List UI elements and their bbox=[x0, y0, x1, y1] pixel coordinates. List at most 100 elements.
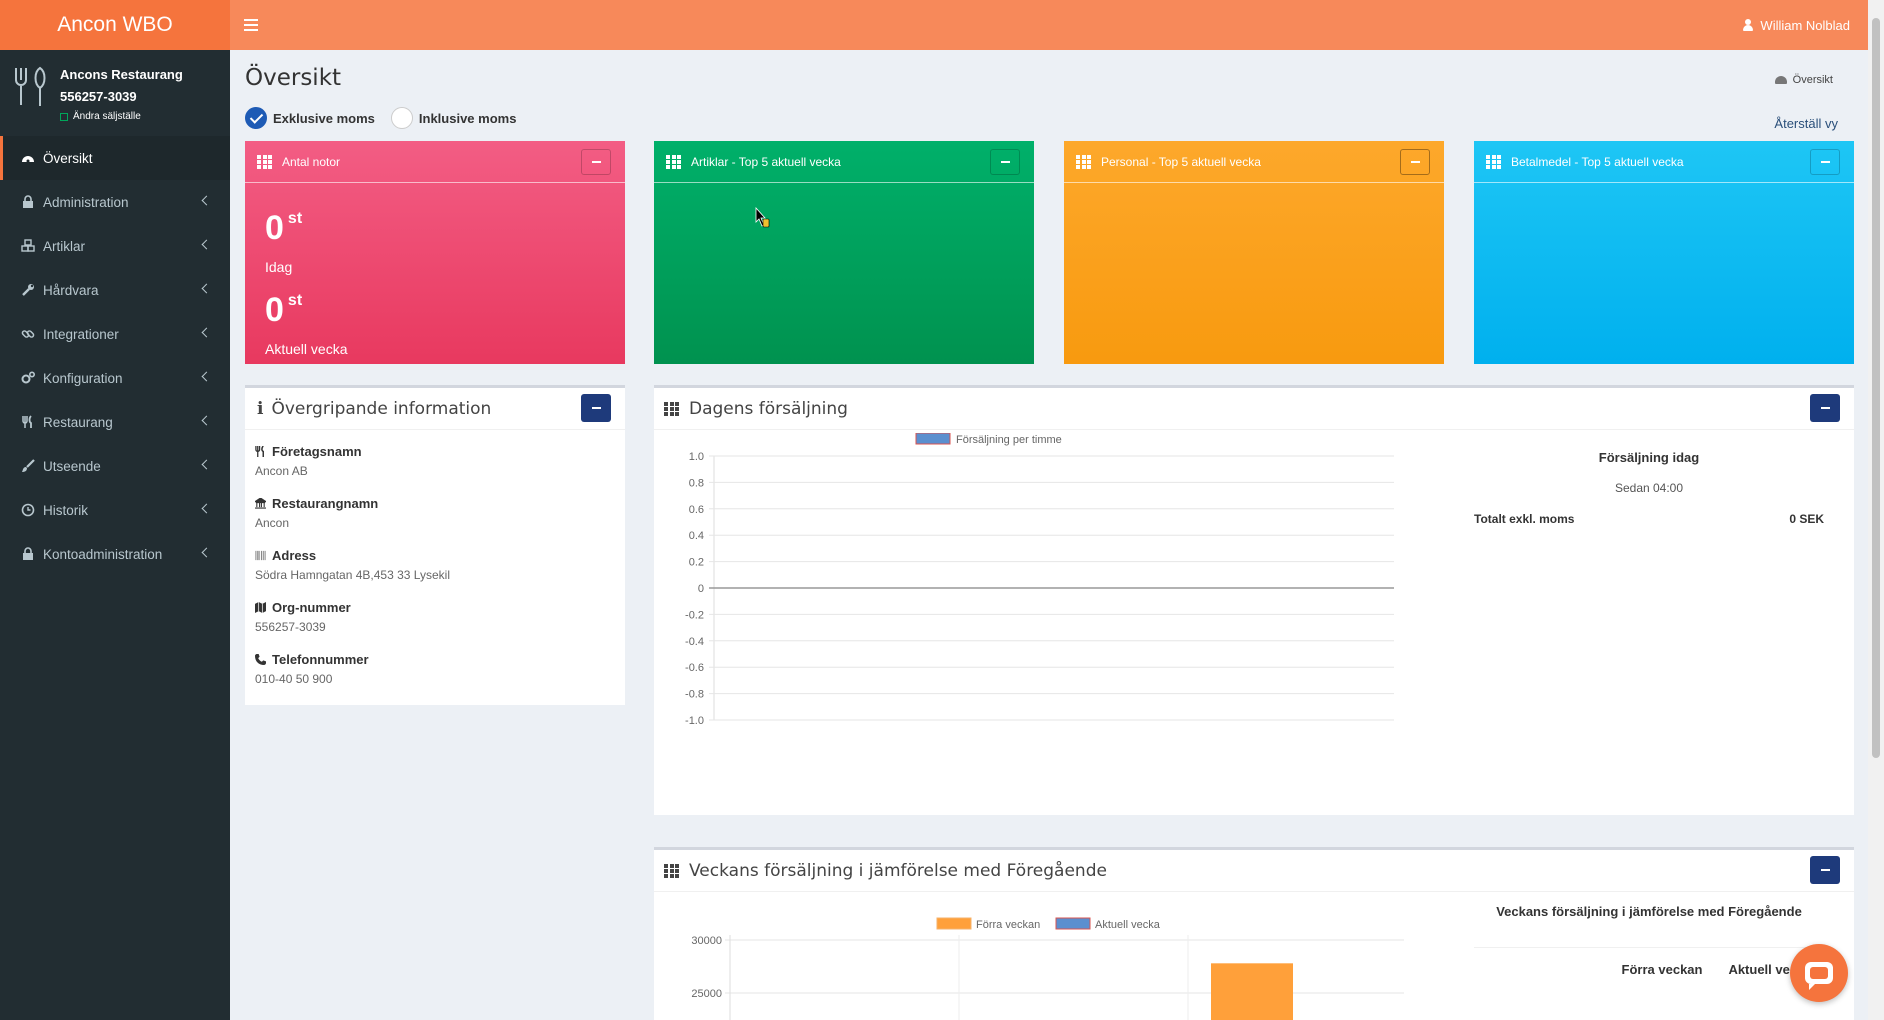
user-menu[interactable]: William Nolblad bbox=[1743, 18, 1850, 33]
sidebar-item-label: Översikt bbox=[43, 150, 93, 166]
daily-sales-chart: Försäljning per timme 1.0 0.8 0.6 0.4 0.2 0 -0.… bbox=[685, 433, 1394, 727]
widget-header: Antal notor bbox=[245, 141, 625, 183]
cutlery-icon bbox=[15, 66, 46, 106]
minimize-button[interactable] bbox=[1810, 856, 1840, 884]
info-icon: i bbox=[257, 398, 264, 419]
box-title: Dagens försäljning bbox=[689, 398, 848, 419]
sidebar-item-integrationer[interactable]: Integrationer bbox=[0, 312, 230, 356]
phone-icon bbox=[255, 654, 266, 665]
vat-toggle: Exklusive moms Inklusive moms bbox=[245, 107, 532, 129]
info-value: Södra Hamngatan 4B,453 33 Lysekil bbox=[255, 568, 451, 582]
info-label: Restaurangnamn bbox=[272, 496, 379, 511]
loading-cursor-icon bbox=[755, 207, 770, 228]
cogs-icon bbox=[21, 371, 35, 384]
breadcrumb[interactable]: Översikt bbox=[1774, 74, 1833, 86]
chevron-left-icon bbox=[201, 459, 212, 470]
widget-header: Artiklar - Top 5 aktuell vecka bbox=[654, 141, 1034, 183]
scroll-thumb[interactable] bbox=[1872, 18, 1880, 758]
widget-title: Antal notor bbox=[282, 154, 341, 169]
y-tick-label: -0.6 bbox=[685, 662, 704, 674]
map-icon bbox=[255, 602, 266, 613]
chart-legend: Förra veckan Aktuell vecka bbox=[936, 917, 1161, 931]
chat-bubble-icon bbox=[1805, 962, 1833, 990]
chevron-left-icon bbox=[201, 195, 212, 206]
radio-unchecked-icon[interactable] bbox=[390, 107, 413, 129]
reset-view-link[interactable]: Återställ vy bbox=[1774, 116, 1838, 131]
minimize-button[interactable] bbox=[990, 149, 1020, 175]
minimize-button[interactable] bbox=[581, 149, 611, 175]
summary-total-label: Totalt exkl. moms bbox=[1474, 512, 1575, 526]
sidebar-item-konfiguration[interactable]: Konfiguration bbox=[0, 356, 230, 400]
sidebar-item-administration[interactable]: Administration bbox=[0, 180, 230, 224]
weekly-table-header: Förra veckan Aktuell vecka bbox=[1474, 947, 1824, 977]
chevron-left-icon bbox=[201, 239, 212, 250]
dashboard-icon bbox=[1774, 76, 1787, 84]
widget-title: Betalmedel - Top 5 aktuell vecka bbox=[1511, 154, 1684, 169]
widget-payment: Betalmedel - Top 5 aktuell vecka bbox=[1474, 141, 1854, 364]
menu-toggle-icon[interactable] bbox=[244, 19, 258, 31]
summary-title: Försäljning idag bbox=[1598, 450, 1700, 465]
app-logo[interactable]: Ancon WBO bbox=[0, 0, 230, 50]
sidebar-item-artiklar[interactable]: Artiklar bbox=[0, 224, 230, 268]
legend-swatch bbox=[1055, 917, 1091, 930]
sidebar-item-utseende[interactable]: Utseende bbox=[0, 444, 230, 488]
y-tick-label: 30000 bbox=[691, 935, 722, 947]
sidebar-item-oversikt[interactable]: Översikt bbox=[0, 136, 230, 180]
box-header: Dagens försäljning bbox=[654, 388, 1854, 430]
legend-swatch bbox=[915, 433, 951, 445]
box-title: Veckans försäljning i jämförelse med För… bbox=[689, 860, 1107, 881]
info-row: Adress Södra Hamngatan 4B,453 33 Lysekil bbox=[245, 548, 625, 582]
y-tick-label: 0 bbox=[698, 583, 704, 595]
y-tick-label: -0.8 bbox=[685, 689, 704, 701]
grid-icon bbox=[664, 402, 680, 416]
grid-icon bbox=[664, 864, 680, 878]
vat-inclusive-label: Inklusive moms bbox=[418, 110, 517, 126]
minimize-button[interactable] bbox=[1400, 149, 1430, 175]
dashboard-icon bbox=[22, 156, 34, 163]
chat-button[interactable] bbox=[1790, 944, 1848, 1002]
info-row: Org-nummer 556257-3039 bbox=[245, 600, 625, 634]
vat-exclusive-label: Exklusive moms bbox=[273, 110, 375, 126]
sidebar-item-kontoadministration[interactable]: Kontoadministration bbox=[0, 532, 230, 576]
y-tick-label: 0.4 bbox=[689, 530, 704, 542]
minimize-button[interactable] bbox=[1810, 394, 1840, 422]
weekly-sales-box: Veckans försäljning i jämförelse med För… bbox=[654, 847, 1854, 1020]
legend-label: Förra veckan bbox=[976, 919, 1040, 931]
change-location-link[interactable]: Ändra säljställe bbox=[60, 111, 230, 122]
chevron-left-icon bbox=[201, 327, 212, 338]
daily-sales-summary: Försäljning idag Sedan 04:00 Totalt exkl… bbox=[1474, 450, 1824, 526]
widget-articles: Artiklar - Top 5 aktuell vecka bbox=[654, 141, 1034, 364]
sidebar-item-hardvara[interactable]: Hårdvara bbox=[0, 268, 230, 312]
top-header: Ancon WBO William Nolblad bbox=[0, 0, 1868, 50]
profile-panel: Ancons Restaurang 556257-3039 Ändra sälj… bbox=[0, 50, 230, 136]
cubes-icon bbox=[21, 239, 35, 252]
info-value: 010-40 50 900 bbox=[255, 672, 333, 686]
vat-inclusive-option[interactable]: Inklusive moms bbox=[390, 107, 517, 129]
legend-swatch bbox=[936, 917, 972, 930]
grid-icon bbox=[1486, 155, 1502, 169]
y-tick-label: 25000 bbox=[691, 988, 722, 1000]
y-tick-label: -0.2 bbox=[685, 609, 704, 621]
scrollbar[interactable] bbox=[1868, 0, 1884, 1020]
notes-today-value: 0st bbox=[265, 209, 303, 247]
y-tick-label: 0.8 bbox=[689, 477, 704, 489]
notes-week-label: Aktuell vecka bbox=[265, 341, 348, 357]
info-list: Företagsnamn Ancon AB Restaurangnamn Anc… bbox=[245, 430, 625, 686]
widget-title: Personal - Top 5 aktuell vecka bbox=[1101, 154, 1261, 169]
chevron-left-icon bbox=[201, 371, 212, 382]
sidebar-item-label: Hårdvara bbox=[43, 282, 99, 298]
widget-notes: Antal notor 0st Idag 0st Aktuell vecka bbox=[245, 141, 625, 364]
minimize-button[interactable] bbox=[581, 394, 611, 422]
cutlery-icon bbox=[22, 415, 32, 428]
user-name: William Nolblad bbox=[1760, 17, 1850, 33]
sidebar-item-restaurang[interactable]: Restaurang bbox=[0, 400, 230, 444]
col-prev-week: Förra veckan bbox=[1621, 962, 1703, 977]
grid-icon bbox=[1076, 155, 1092, 169]
minimize-button[interactable] bbox=[1810, 149, 1840, 175]
info-value: Ancon bbox=[255, 516, 290, 530]
sidebar-item-label: Restaurang bbox=[43, 414, 113, 430]
sidebar-item-historik[interactable]: Historik bbox=[0, 488, 230, 532]
lock-icon bbox=[23, 547, 33, 560]
radio-checked-icon[interactable] bbox=[245, 107, 267, 129]
vat-exclusive-option[interactable]: Exklusive moms bbox=[245, 107, 375, 129]
